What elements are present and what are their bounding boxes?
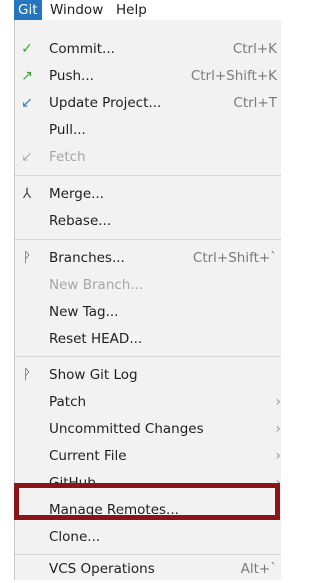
git-menu-dropdown: ✓ Commit... Ctrl+K ↗ Push... Ctrl+Shift+… [14, 20, 281, 580]
menu-item-commit[interactable]: ✓ Commit... Ctrl+K [15, 36, 281, 63]
chevron-right-icon: › [275, 394, 281, 410]
menubar: Git Window Help [0, 0, 280, 20]
branch-icon: ᚹ [22, 250, 32, 266]
menu-item-github[interactable]: GitHub › [15, 470, 281, 497]
chevron-right-icon: › [275, 448, 281, 464]
menu-item-vcs-operations[interactable]: VCS Operations Alt+` [15, 556, 281, 583]
menu-item-push[interactable]: ↗ Push... Ctrl+Shift+K [15, 63, 281, 90]
menu-item-branches[interactable]: ᚹ Branches... Ctrl+Shift+` [15, 245, 281, 272]
fetch-icon: ↙ [21, 149, 33, 165]
menu-item-show-git-log[interactable]: ᚹ Show Git Log [15, 362, 281, 389]
menu-window[interactable]: Window [46, 0, 107, 20]
menu-item-fetch: ↙ Fetch [15, 144, 281, 171]
separator [15, 554, 281, 555]
separator [15, 175, 281, 176]
menu-item-update-project[interactable]: ↙ Update Project... Ctrl+T [15, 90, 281, 117]
menu-item-pull[interactable]: Pull... [15, 117, 281, 144]
menu-item-reset-head[interactable]: Reset HEAD... [15, 326, 281, 353]
push-arrow-icon: ↗ [21, 68, 33, 84]
menu-git[interactable]: Git [14, 0, 42, 20]
update-arrow-icon: ↙ [21, 95, 33, 111]
menu-help[interactable]: Help [112, 0, 151, 20]
menu-item-uncommitted-changes[interactable]: Uncommitted Changes › [15, 416, 281, 443]
merge-icon: ⅄ [22, 186, 32, 202]
menu-item-patch[interactable]: Patch › [15, 389, 281, 416]
menu-item-merge[interactable]: ⅄ Merge... [15, 181, 281, 208]
menu-item-rebase[interactable]: Rebase... [15, 208, 281, 235]
menu-item-new-branch: New Branch... [49, 277, 144, 293]
separator [15, 239, 281, 240]
menu-item-new-tag[interactable]: New Tag... [15, 299, 281, 326]
checkmark-icon: ✓ [21, 41, 33, 57]
menu-item-manage-remotes[interactable]: Manage Remotes... [15, 497, 281, 524]
git-log-icon: ᚹ [22, 367, 32, 383]
menu-item-current-file[interactable]: Current File › [15, 443, 281, 470]
menu-item-clone[interactable]: Clone... [15, 524, 281, 551]
separator [15, 356, 281, 357]
chevron-right-icon: › [275, 421, 281, 437]
chevron-right-icon: › [275, 475, 281, 491]
